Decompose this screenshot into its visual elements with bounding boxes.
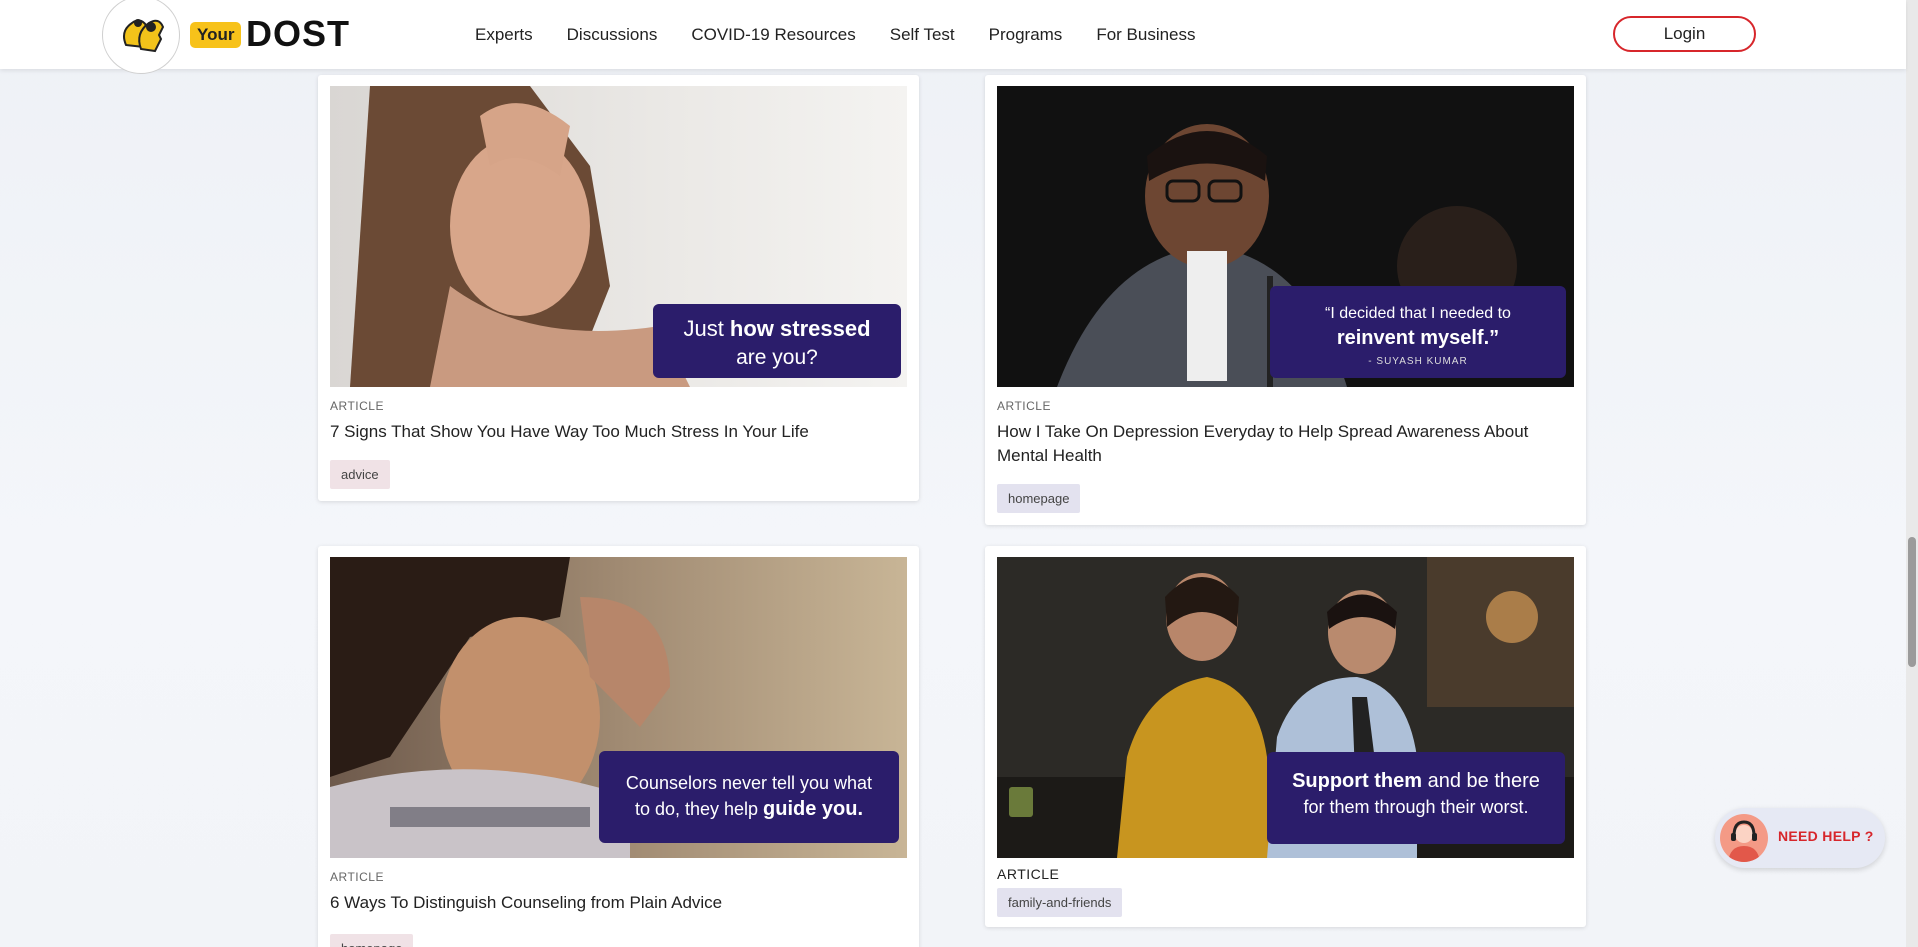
article-title[interactable]: 7 Signs That Show You Have Way Too Much …: [330, 420, 900, 444]
image-caption: are you?: [736, 346, 818, 369]
article-card[interactable]: Counselors never tell you what to do, th…: [318, 546, 919, 947]
logo-dost-text[interactable]: DOST: [246, 14, 350, 54]
page-scrollbar[interactable]: [1906, 0, 1918, 947]
article-type-label: ARTICLE: [330, 870, 384, 884]
article-image[interactable]: Just how stressed are you?: [330, 86, 907, 387]
svg-text:to do, they help guide you.: to do, they help guide you.: [635, 798, 863, 820]
top-header: Your DOST Experts Discussions COVID-19 R…: [0, 0, 1906, 74]
main-nav: Experts Discussions COVID-19 Resources S…: [475, 24, 1230, 46]
nav-discussions[interactable]: Discussions: [567, 24, 658, 46]
image-caption: Counselors never tell you what: [626, 773, 872, 793]
article-tag[interactable]: homepage: [997, 484, 1081, 513]
image-caption-bold: how stressed: [730, 316, 871, 341]
nav-experts[interactable]: Experts: [475, 24, 533, 46]
image-caption-bold: guide you.: [763, 798, 863, 820]
logo-icon[interactable]: [102, 0, 180, 74]
image-caption: for them through their worst.: [1303, 797, 1528, 817]
article-card[interactable]: Just how stressed are you? ARTICLE 7 Sig…: [318, 75, 919, 501]
nav-for-business[interactable]: For Business: [1096, 24, 1195, 46]
image-caption: “I decided that I needed to: [1325, 305, 1511, 322]
image-caption: and be there: [1422, 770, 1540, 792]
article-image[interactable]: “I decided that I needed to reinvent mys…: [997, 86, 1574, 387]
article-type-label: ARTICLE: [997, 399, 1051, 413]
article-tag[interactable]: advice: [330, 460, 390, 489]
article-type-label: ARTICLE: [330, 399, 384, 413]
image-caption-author: - SUYASH KUMAR: [1368, 356, 1467, 367]
article-image[interactable]: Counselors never tell you what to do, th…: [330, 557, 907, 858]
article-image[interactable]: Support them and be there for them throu…: [997, 557, 1574, 858]
need-help-label: NEED HELP ?: [1778, 828, 1874, 844]
login-button[interactable]: Login: [1613, 16, 1756, 52]
article-tag[interactable]: homepage: [330, 934, 414, 947]
article-tag[interactable]: family-and-friends: [997, 888, 1123, 917]
image-caption-bold: Support them: [1292, 770, 1422, 792]
logo-your-badge[interactable]: Your: [190, 22, 242, 48]
image-caption: to do, they help: [635, 799, 763, 819]
nav-self-test[interactable]: Self Test: [890, 24, 955, 46]
article-card[interactable]: Support them and be there for them throu…: [985, 546, 1586, 927]
support-agent-icon: [1720, 814, 1768, 862]
image-caption-bold: reinvent myself.”: [1337, 327, 1499, 349]
need-help-button[interactable]: NEED HELP ?: [1715, 808, 1885, 868]
scrollbar-thumb[interactable]: [1908, 537, 1916, 667]
article-card[interactable]: “I decided that I needed to reinvent mys…: [985, 75, 1586, 525]
svg-text:Just how stressed: Just how stressed: [683, 316, 870, 341]
svg-text:Support them and be there: Support them and be there: [1292, 770, 1540, 792]
article-title[interactable]: 6 Ways To Distinguish Counseling from Pl…: [330, 891, 900, 915]
nav-covid-resources[interactable]: COVID-19 Resources: [691, 24, 855, 46]
nav-programs[interactable]: Programs: [989, 24, 1063, 46]
image-caption: Just: [683, 316, 729, 341]
article-type-label: ARTICLE: [997, 866, 1060, 882]
article-title[interactable]: How I Take On Depression Everyday to Hel…: [997, 420, 1567, 468]
